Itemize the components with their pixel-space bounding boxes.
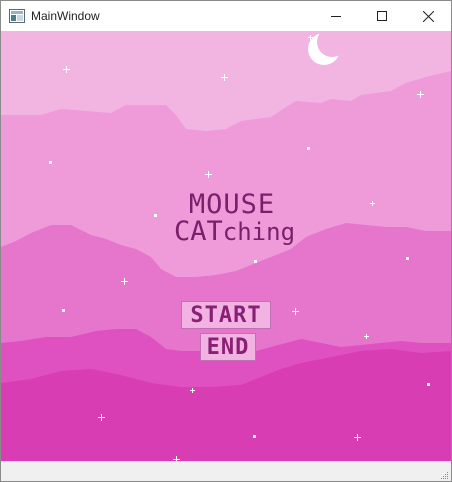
minimize-icon — [331, 16, 341, 17]
status-bar — [1, 461, 451, 481]
close-button[interactable] — [405, 1, 451, 31]
end-button[interactable]: END — [200, 333, 256, 361]
start-button[interactable]: START — [181, 301, 271, 329]
app-window-icon — [9, 8, 25, 23]
window-title: MainWindow — [31, 9, 100, 23]
maximize-icon — [377, 11, 387, 21]
maximize-button[interactable] — [359, 1, 405, 31]
resize-grip-icon[interactable] — [439, 470, 449, 480]
logo-mouse-text: MOUSE — [188, 189, 276, 220]
logo-ching-text: ching — [222, 218, 296, 246]
logo-cat-text: CAT — [174, 216, 223, 247]
title-bar[interactable]: MainWindow — [1, 1, 451, 31]
game-scene: MOUSE CATching START END — [1, 31, 451, 461]
main-window: MainWindow MOUSE CATching START END — [0, 0, 452, 482]
logo-catching-line: CATching — [174, 216, 295, 247]
background-landscape — [1, 31, 451, 461]
game-logo: MOUSE CATching — [174, 189, 295, 247]
minimize-button[interactable] — [313, 1, 359, 31]
close-icon — [422, 10, 434, 22]
